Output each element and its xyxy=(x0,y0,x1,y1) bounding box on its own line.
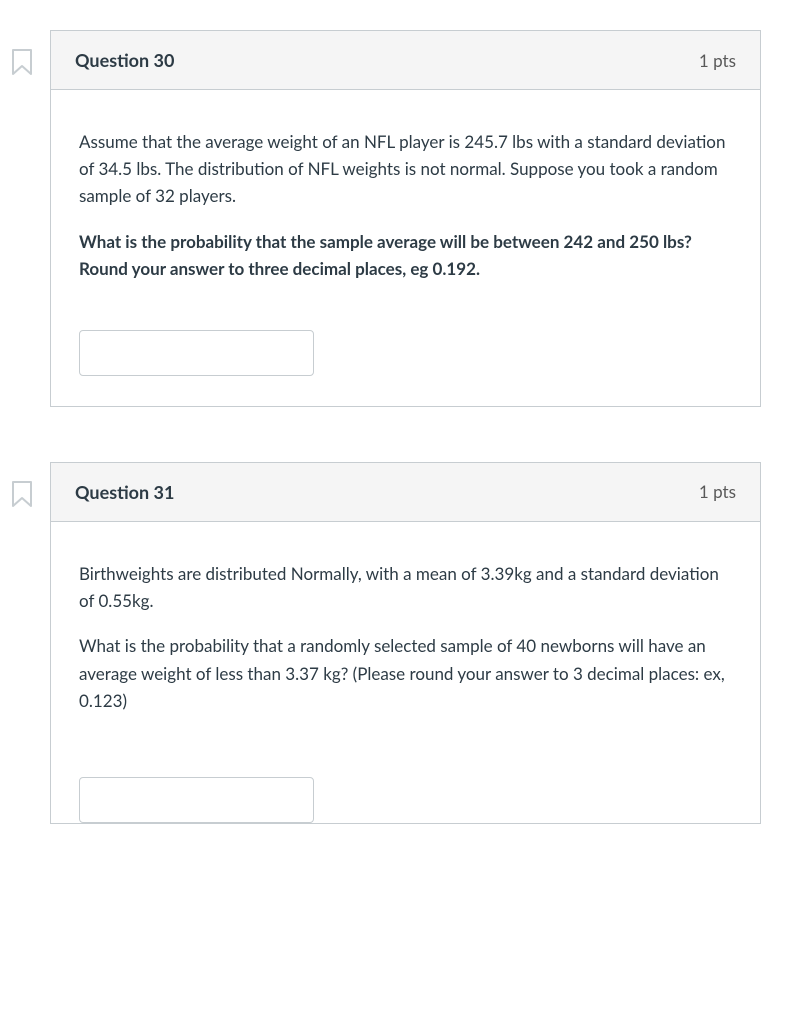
answer-input[interactable] xyxy=(79,330,314,376)
question-card: Question 31 1 pts Birthweights are distr… xyxy=(50,462,761,824)
bookmark-icon[interactable] xyxy=(10,48,34,76)
question-31-wrapper: Question 31 1 pts Birthweights are distr… xyxy=(10,462,761,824)
question-context: Assume that the average weight of an NFL… xyxy=(79,128,732,210)
question-title: Question 30 xyxy=(75,49,174,71)
bookmark-icon[interactable] xyxy=(10,480,34,508)
question-body: Birthweights are distributed Normally, w… xyxy=(51,522,760,823)
question-body: Assume that the average weight of an NFL… xyxy=(51,90,760,406)
question-prompt: What is the probability that a randomly … xyxy=(79,632,732,714)
question-title: Question 31 xyxy=(75,481,174,503)
question-30-wrapper: Question 30 1 pts Assume that the averag… xyxy=(10,30,761,407)
question-header: Question 30 1 pts xyxy=(51,31,760,90)
question-prompt: What is the probability that the sample … xyxy=(79,228,732,282)
question-points: 1 pts xyxy=(699,481,736,502)
question-context: Birthweights are distributed Normally, w… xyxy=(79,560,732,614)
question-card: Question 30 1 pts Assume that the averag… xyxy=(50,30,761,407)
question-points: 1 pts xyxy=(699,50,736,71)
answer-input[interactable] xyxy=(79,777,314,823)
question-header: Question 31 1 pts xyxy=(51,463,760,522)
